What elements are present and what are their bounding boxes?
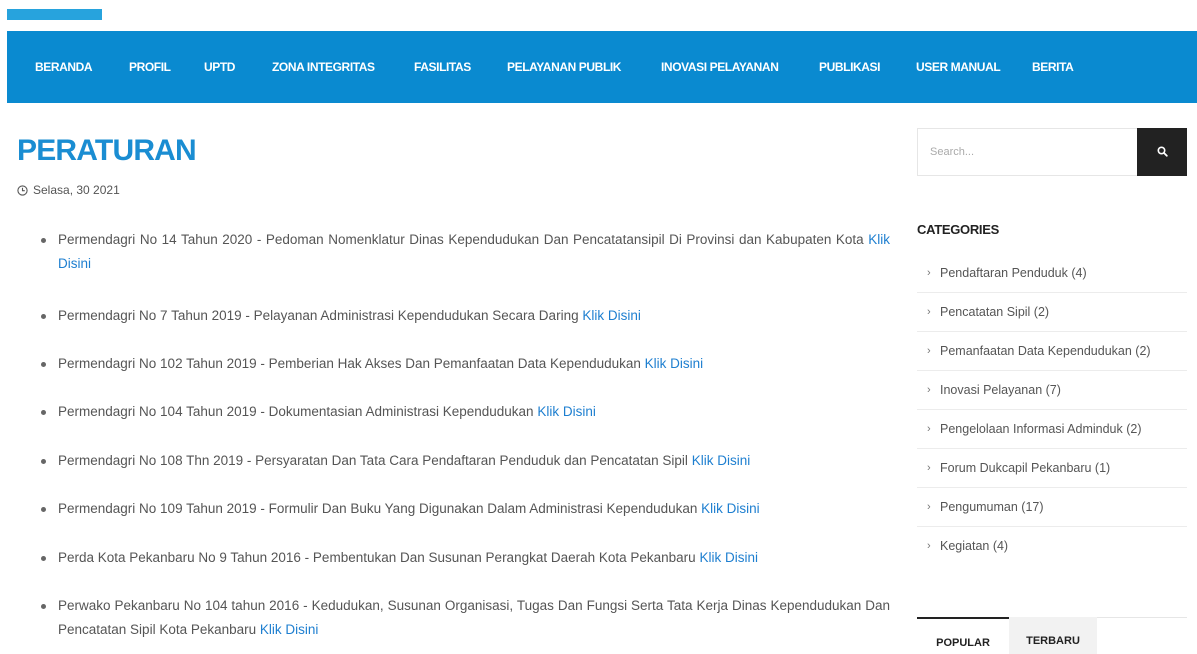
- regulation-title: Permendagri No 109 Tahun 2019 - Formulir…: [58, 501, 698, 516]
- nav-item-pelayanan-publik[interactable]: PELAYANAN PUBLIK: [507, 31, 621, 103]
- tab-terbaru[interactable]: TERBARU: [1009, 617, 1097, 654]
- list-item: Permendagri No 109 Tahun 2019 - Formulir…: [40, 497, 890, 521]
- category-item[interactable]: › Pengumuman (17): [917, 488, 1187, 527]
- chevron-right-icon: ›: [927, 384, 931, 396]
- list-item: Permendagri No 7 Tahun 2019 - Pelayanan …: [40, 304, 890, 328]
- nav-item-beranda[interactable]: BERANDA: [35, 31, 93, 103]
- category-label: Kegiatan (4): [940, 539, 1009, 553]
- regulation-title: Permendagri No 7 Tahun 2019 - Pelayanan …: [58, 308, 579, 323]
- site-logo[interactable]: [7, 9, 102, 20]
- regulation-title: Permendagri No 104 Tahun 2019 - Dokument…: [58, 404, 534, 419]
- list-item: Perda Kota Pekanbaru No 9 Tahun 2016 - P…: [40, 546, 890, 570]
- regulation-link[interactable]: Klik Disini: [692, 453, 751, 468]
- regulation-link[interactable]: Klik Disini: [582, 308, 641, 323]
- chevron-right-icon: ›: [927, 267, 931, 279]
- category-label: Pengumuman (17): [940, 500, 1044, 514]
- category-label: Pencatatan Sipil (2): [940, 305, 1050, 319]
- chevron-right-icon: ›: [927, 423, 931, 435]
- nav-item-profil[interactable]: PROFIL: [129, 31, 171, 103]
- regulation-title: Permendagri No 108 Thn 2019 - Persyarata…: [58, 453, 688, 468]
- regulation-link[interactable]: Klik Disini: [537, 404, 596, 419]
- search-widget: [917, 128, 1187, 176]
- category-item[interactable]: › Pencatatan Sipil (2): [917, 293, 1187, 332]
- nav-item-inovasi-pelayanan[interactable]: INOVASI PELAYANAN: [661, 31, 779, 103]
- posts-tabs: POPULAR TERBARU: [917, 617, 1187, 654]
- list-item: Perwako Pekanbaru No 104 tahun 2016 - Ke…: [40, 594, 890, 642]
- category-item[interactable]: › Kegiatan (4): [917, 527, 1187, 566]
- chevron-right-icon: ›: [927, 462, 931, 474]
- category-item[interactable]: › Pengelolaan Informasi Adminduk (2): [917, 410, 1187, 449]
- nav-item-user-manual[interactable]: USER MANUAL: [916, 31, 1001, 103]
- page-title: PERATURAN: [17, 134, 197, 167]
- search-icon: [1156, 145, 1168, 160]
- category-label: Forum Dukcapil Pekanbaru (1): [940, 461, 1111, 475]
- nav-item-uptd[interactable]: UPTD: [204, 31, 235, 103]
- list-item: Permendagri No 108 Thn 2019 - Persyarata…: [40, 449, 890, 473]
- list-item: Permendagri No 14 Tahun 2020 - Pedoman N…: [40, 228, 890, 276]
- category-label: Pengelolaan Informasi Adminduk (2): [940, 422, 1142, 436]
- regulation-title: Permendagri No 14 Tahun 2020 - Pedoman N…: [58, 232, 864, 247]
- nav-item-berita[interactable]: BERITA: [1032, 31, 1074, 103]
- chevron-right-icon: ›: [927, 540, 931, 552]
- category-list: › Pendaftaran Penduduk (4) › Pencatatan Si…: [917, 254, 1187, 566]
- category-item[interactable]: › Pemanfaatan Data Kependudukan (2): [917, 332, 1187, 371]
- regulation-link[interactable]: Klik Disini: [699, 550, 758, 565]
- main-navbar: BERANDA PROFIL UPTD ZONA INTEGRITAS FASI…: [7, 31, 1197, 103]
- category-item[interactable]: › Forum Dukcapil Pekanbaru (1): [917, 449, 1187, 488]
- category-label: Pemanfaatan Data Kependudukan (2): [940, 344, 1151, 358]
- regulation-link[interactable]: Klik Disini: [701, 501, 760, 516]
- category-label: Inovasi Pelayanan (7): [940, 383, 1061, 397]
- nav-item-publikasi[interactable]: PUBLIKASI: [819, 31, 880, 103]
- regulation-title: Perwako Pekanbaru No 104 tahun 2016 - Ke…: [58, 598, 890, 637]
- categories-heading: CATEGORIES: [917, 222, 999, 237]
- category-item[interactable]: › Pendaftaran Penduduk (4): [917, 254, 1187, 293]
- chevron-right-icon: ›: [927, 345, 931, 357]
- search-button[interactable]: [1137, 128, 1187, 176]
- category-label: Pendaftaran Penduduk (4): [940, 266, 1087, 280]
- list-item: Permendagri No 104 Tahun 2019 - Dokument…: [40, 400, 890, 424]
- nav-item-fasilitas[interactable]: FASILITAS: [414, 31, 471, 103]
- list-item: Permendagri No 102 Tahun 2019 - Pemberia…: [40, 352, 890, 376]
- chevron-right-icon: ›: [927, 501, 931, 513]
- regulation-title: Perda Kota Pekanbaru No 9 Tahun 2016 - P…: [58, 550, 696, 565]
- regulation-link[interactable]: Klik Disini: [645, 356, 704, 371]
- nav-item-zona-integritas[interactable]: ZONA INTEGRITAS: [272, 31, 375, 103]
- post-meta: Selasa, 30 2021: [17, 183, 120, 197]
- chevron-right-icon: ›: [927, 306, 931, 318]
- tab-popular[interactable]: POPULAR: [917, 617, 1009, 654]
- regulation-link[interactable]: Klik Disini: [260, 622, 319, 637]
- clock-icon: [17, 184, 28, 196]
- post-date: Selasa, 30 2021: [33, 183, 120, 197]
- search-input[interactable]: [918, 129, 1138, 175]
- regulation-title: Permendagri No 102 Tahun 2019 - Pemberia…: [58, 356, 641, 371]
- category-item[interactable]: › Inovasi Pelayanan (7): [917, 371, 1187, 410]
